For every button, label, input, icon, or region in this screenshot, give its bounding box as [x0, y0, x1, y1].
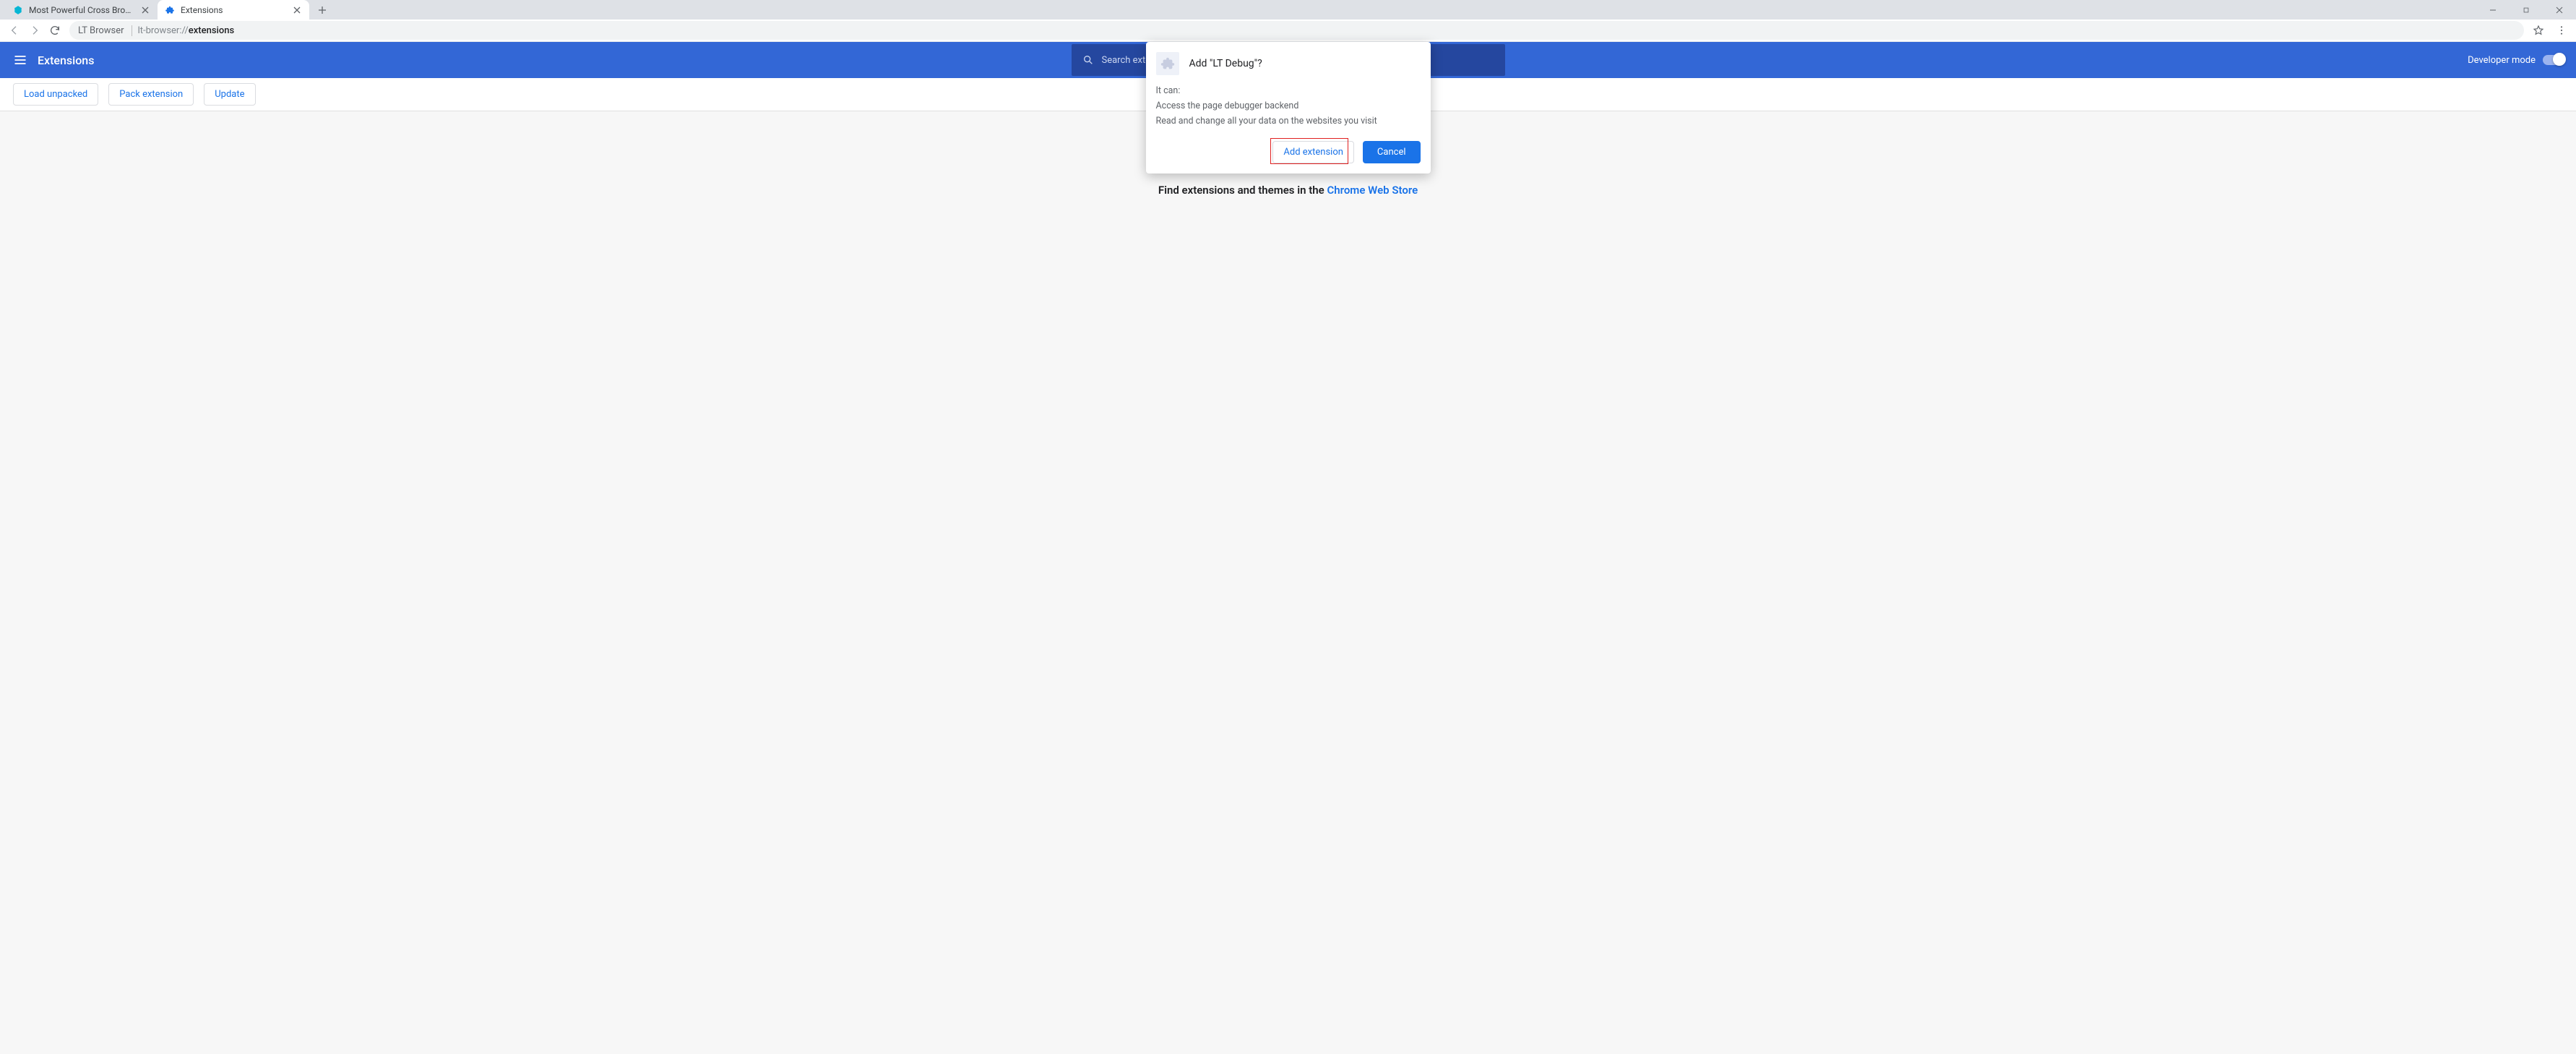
lambdatest-logo-icon: [13, 5, 23, 15]
search-icon: [1082, 53, 1095, 67]
window-titlebar: Most Powerful Cross Browser Tes Extensio…: [0, 0, 2576, 20]
dialog-body: It can: Access the page debugger backend…: [1146, 85, 1431, 134]
tab-title: Extensions: [181, 5, 286, 15]
dialog-header: Add "LT Debug"?: [1146, 42, 1431, 81]
window-close-button[interactable]: [2543, 0, 2576, 20]
dialog-it-can-label: It can:: [1156, 85, 1421, 96]
tab-strip: Most Powerful Cross Browser Tes Extensio…: [6, 0, 332, 20]
developer-mode-toggle[interactable]: Developer mode: [2468, 55, 2564, 66]
omnibox-url-path: extensions: [189, 25, 234, 36]
new-tab-button[interactable]: [312, 0, 332, 20]
dialog-actions: Add extension Cancel: [1146, 134, 1431, 173]
store-hint-prefix: Find extensions and themes in the: [1158, 184, 1327, 197]
nav-back-button[interactable]: [4, 20, 25, 40]
page-title: Extensions: [38, 53, 94, 67]
puzzle-icon: [165, 5, 175, 15]
browser-tab-extensions[interactable]: Extensions: [158, 0, 309, 20]
extensions-content: Find extensions and themes in the Chrome…: [0, 111, 2576, 1054]
close-icon[interactable]: [140, 5, 150, 15]
extension-icon-placeholder: [1156, 52, 1179, 75]
window-maximize-button[interactable]: [2510, 0, 2543, 20]
chrome-web-store-hint: Find extensions and themes in the Chrome…: [0, 184, 2576, 197]
omnibox-origin-chip: LT Browser: [78, 25, 132, 36]
browser-tab-lambdatest[interactable]: Most Powerful Cross Browser Tes: [6, 0, 158, 20]
search-placeholder-text: Search exte: [1102, 55, 1151, 66]
dialog-permission-2: Read and change all your data on the web…: [1156, 116, 1421, 127]
pack-extension-button[interactable]: Pack extension: [108, 83, 194, 106]
load-unpacked-button[interactable]: Load unpacked: [13, 83, 98, 106]
update-button[interactable]: Update: [204, 83, 255, 106]
browser-menu-button[interactable]: [2551, 20, 2572, 40]
add-extension-dialog: Add "LT Debug"? It can: Access the page …: [1146, 42, 1431, 173]
bookmark-star-button[interactable]: [2528, 20, 2549, 40]
dialog-title: Add "LT Debug"?: [1189, 58, 1262, 69]
omnibox-url-scheme: lt-browser://: [138, 25, 189, 36]
chrome-web-store-link[interactable]: Chrome Web Store: [1327, 184, 1418, 197]
add-extension-button[interactable]: Add extension: [1272, 141, 1354, 163]
nav-forward-button[interactable]: [25, 20, 45, 40]
window-minimize-button[interactable]: [2476, 0, 2510, 20]
address-bar[interactable]: LT Browser lt-browser:// extensions: [69, 21, 2524, 40]
dialog-permission-1: Access the page debugger backend: [1156, 100, 1421, 111]
toggle-switch-icon: [2543, 55, 2564, 65]
tab-title: Most Powerful Cross Browser Tes: [29, 5, 134, 15]
browser-toolbar: LT Browser lt-browser:// extensions: [0, 20, 2576, 42]
close-icon[interactable]: [292, 5, 302, 15]
nav-reload-button[interactable]: [45, 20, 65, 40]
menu-icon[interactable]: [12, 51, 29, 69]
cancel-button[interactable]: Cancel: [1363, 141, 1421, 163]
window-controls: [2476, 0, 2576, 20]
developer-mode-label: Developer mode: [2468, 55, 2536, 66]
